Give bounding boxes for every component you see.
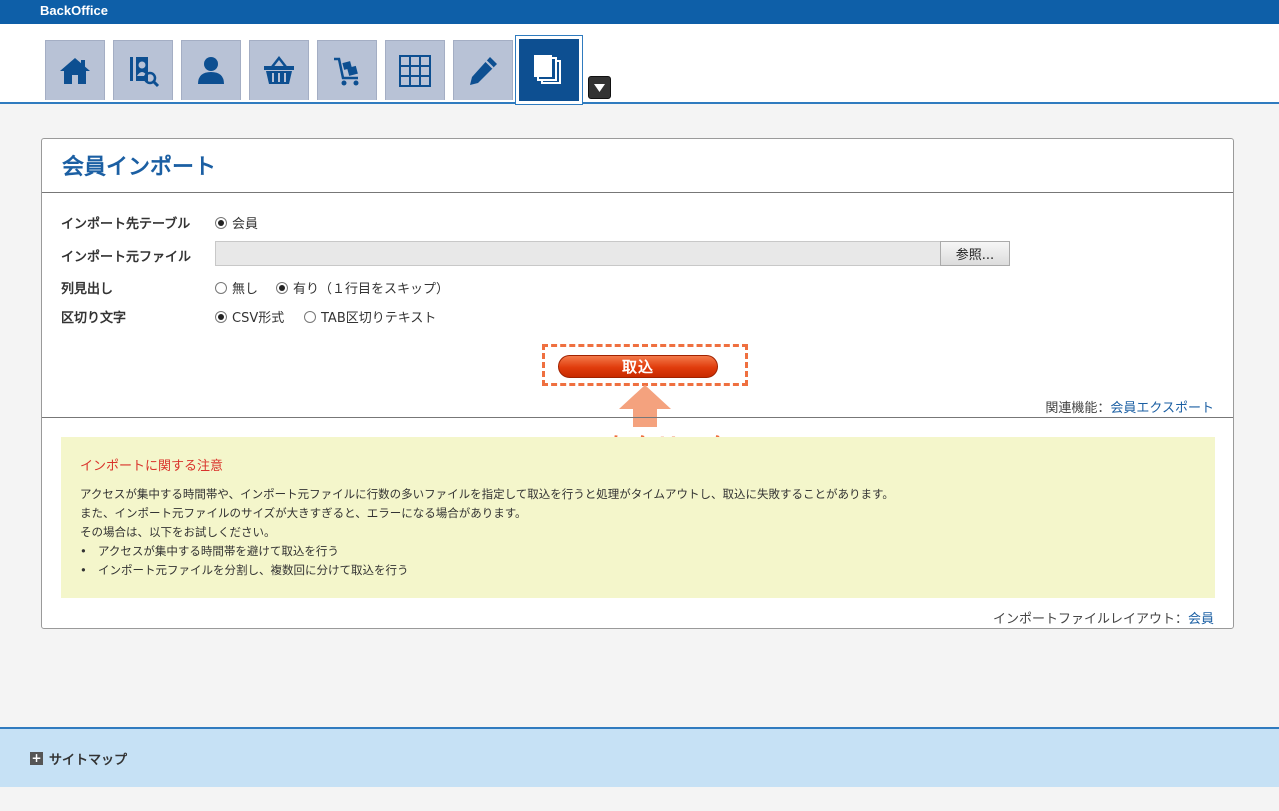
person-icon xyxy=(198,56,224,84)
tab-edit[interactable] xyxy=(453,40,513,100)
delimiter-tab-label: TAB区切りテキスト xyxy=(321,311,437,326)
documents-icon xyxy=(534,55,561,84)
member-search-icon xyxy=(130,56,160,87)
target-table-label: インポート先テーブル xyxy=(61,217,191,232)
header-yes-label: 有り（１行目をスキップ） xyxy=(293,282,450,297)
cart-icon xyxy=(334,57,359,85)
delimiter-csv-label: CSV形式 xyxy=(232,311,285,326)
top-bar: BackOffice xyxy=(0,0,1279,24)
home-icon xyxy=(60,57,90,84)
notice-list: アクセスが集中する時間帯を避けて取込を行う インポート元ファイルを分割し、複数回… xyxy=(80,542,894,580)
nav-dropdown-button[interactable] xyxy=(588,76,611,99)
grid-icon xyxy=(399,54,431,87)
tab-person[interactable] xyxy=(181,40,241,100)
notice-line: その場合は、以下をお試しください。 xyxy=(80,525,276,539)
import-panel: 会員インポート インポート先テーブル 会員 インポート元ファイル 参照... 列… xyxy=(41,138,1234,629)
notice-line: また、インポート元ファイルのサイズが大きすぎると、エラーになる場合があります。 xyxy=(80,506,527,520)
related-feature: 関連機能：会員エクスポート xyxy=(1045,397,1214,416)
divider xyxy=(42,417,1233,418)
tab-basket[interactable] xyxy=(249,40,309,100)
header-yes-radio[interactable] xyxy=(276,281,288,294)
related-prefix: 関連機能： xyxy=(1045,401,1111,416)
delimiter-csv-radio[interactable] xyxy=(215,310,227,323)
header-none-label: 無し xyxy=(232,282,259,297)
header-yes-option[interactable]: 有り（１行目をスキップ） xyxy=(276,278,449,297)
tab-cart[interactable] xyxy=(317,40,377,100)
import-notice: インポートに関する注意 アクセスが集中する時間帯や、インポート元ファイルに行数の… xyxy=(61,437,1215,598)
up-arrow-icon xyxy=(619,385,671,427)
header-row-label: 列見出し xyxy=(61,282,114,297)
sitemap-toggle[interactable]: + サイトマップ xyxy=(30,749,127,768)
brand-logo: BackOffice xyxy=(40,3,108,18)
tab-member-search[interactable] xyxy=(113,40,173,100)
notice-line: アクセスが集中する時間帯や、インポート元ファイルに行数の多いファイルを指定して取… xyxy=(80,487,894,501)
browse-button[interactable]: 参照... xyxy=(940,241,1010,266)
tab-home[interactable] xyxy=(45,40,105,100)
main-nav xyxy=(0,24,1279,105)
delimiter-csv-option[interactable]: CSV形式 xyxy=(215,307,284,326)
divider xyxy=(42,192,1233,193)
delimiter-tab-option[interactable]: TAB区切りテキスト xyxy=(304,307,436,326)
list-item: インポート元ファイルを分割し、複数回に分けて取込を行う xyxy=(80,561,894,580)
delimiter-tab-radio[interactable] xyxy=(304,310,316,323)
tab-grid[interactable] xyxy=(385,40,445,100)
notice-body: アクセスが集中する時間帯や、インポート元ファイルに行数の多いファイルを指定して取… xyxy=(80,485,894,580)
sitemap-label: サイトマップ xyxy=(49,753,128,768)
source-file-label: インポート元ファイル xyxy=(61,250,192,265)
pencil-icon xyxy=(470,56,497,85)
layout-prefix: インポートファイルレイアウト： xyxy=(992,612,1188,627)
notice-title: インポートに関する注意 xyxy=(80,459,224,474)
target-table-option-label: 会員 xyxy=(232,217,259,232)
tab-documents[interactable] xyxy=(515,35,583,105)
plus-icon: + xyxy=(30,751,43,765)
triangle-down-icon xyxy=(594,83,605,92)
target-table-option[interactable]: 会員 xyxy=(215,213,258,232)
basket-icon xyxy=(264,55,294,84)
header-none-option[interactable]: 無し xyxy=(215,278,258,297)
import-button[interactable]: 取込 xyxy=(558,355,718,378)
footer: + サイトマップ xyxy=(0,727,1279,787)
page-title: 会員インポート xyxy=(62,155,217,180)
delimiter-label: 区切り文字 xyxy=(61,311,127,326)
member-export-link[interactable]: 会員エクスポート xyxy=(1110,401,1214,416)
source-file-input[interactable] xyxy=(215,241,942,266)
target-table-radio[interactable] xyxy=(215,216,227,229)
header-none-radio[interactable] xyxy=(215,281,227,294)
member-layout-link[interactable]: 会員 xyxy=(1188,612,1214,627)
list-item: アクセスが集中する時間帯を避けて取込を行う xyxy=(80,542,894,561)
file-layout: インポートファイルレイアウト：会員 xyxy=(993,608,1214,627)
